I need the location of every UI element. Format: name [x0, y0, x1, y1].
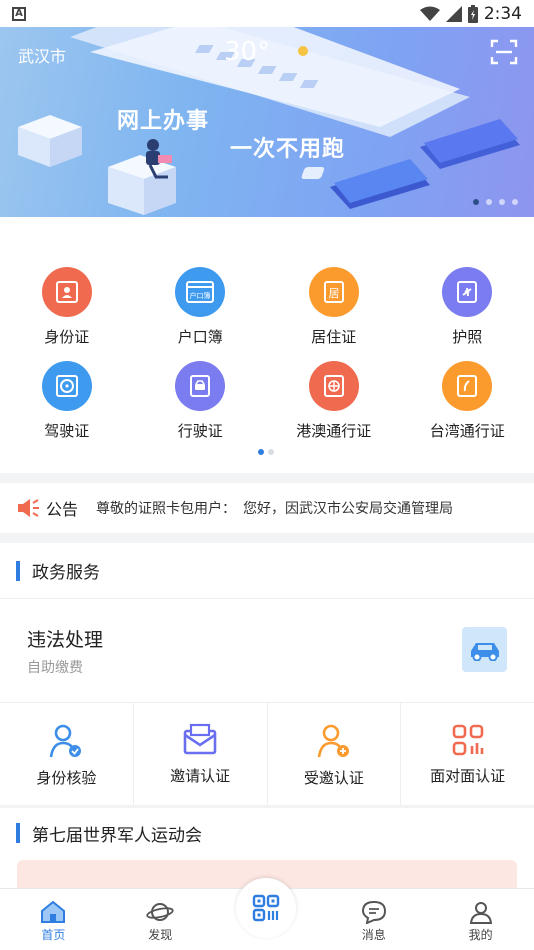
- service-label: 户口簿: [177, 328, 223, 346]
- notice-text: 尊敬的证照卡包用户： 您好，因武汉市公安局交通管理局: [96, 501, 454, 517]
- service-label: 港澳通行证: [296, 422, 372, 440]
- vehicle-license-icon: [175, 361, 226, 411]
- planet-icon: [146, 903, 174, 921]
- banner-slogan-2: 一次不用跑: [230, 137, 346, 162]
- service-label: 身份证: [44, 328, 90, 346]
- service-hk-macao-permit[interactable]: 港澳通行证: [267, 361, 401, 441]
- promo-banner[interactable]: 武汉市 30° 网上办事 一次不用跑: [0, 27, 534, 217]
- invite-auth-button[interactable]: 邀请认证: [134, 703, 268, 805]
- signal-icon: [445, 5, 462, 22]
- city-label[interactable]: 武汉市: [18, 43, 66, 67]
- banner-carousel-dots: [473, 199, 518, 205]
- tab-label: 我的: [468, 928, 493, 942]
- banner-slogan-1: 网上办事: [117, 109, 210, 134]
- a-box-icon: A: [12, 6, 26, 21]
- tab-discover[interactable]: 发现: [107, 889, 214, 950]
- message-icon: [361, 900, 386, 924]
- carousel-dot: [499, 199, 505, 205]
- status-bar: A 2:34: [0, 0, 534, 27]
- carousel-dot: [486, 199, 492, 205]
- auth-row: 身份核验 邀请认证 受邀认证 面对面认证: [0, 703, 534, 805]
- id-card-icon: [41, 267, 92, 317]
- tab-messages[interactable]: 消息: [320, 889, 427, 950]
- service-label: 驾驶证: [44, 422, 90, 440]
- carousel-dot: [473, 199, 479, 205]
- household-register-icon: 户口簿: [175, 267, 226, 317]
- wifi-icon: [419, 6, 440, 21]
- hk-macao-permit-icon: [308, 361, 359, 411]
- violation-subtitle: 自助缴费: [27, 660, 83, 676]
- tab-profile[interactable]: 我的: [427, 889, 534, 950]
- service-taiwan-permit[interactable]: 台湾通行证: [401, 361, 534, 441]
- service-vehicle-license[interactable]: 行驶证: [134, 361, 268, 441]
- passport-icon: [442, 267, 493, 317]
- auth-label: 邀请认证: [170, 767, 231, 785]
- svg-text:居: 居: [328, 287, 339, 300]
- service-household-register[interactable]: 户口簿 户口簿: [134, 267, 268, 347]
- identity-verify-button[interactable]: 身份核验: [0, 703, 134, 805]
- violation-title: 违法处理: [27, 629, 104, 651]
- clock: 2:34: [483, 3, 522, 24]
- driver-license-icon: [41, 361, 92, 411]
- gov-service-section: 政务服务 违法处理 自助缴费 身份核验 邀请认证 受邀认证 面对面认证: [0, 543, 534, 805]
- section-accent-bar: [16, 560, 20, 581]
- section-title: 第七届世界军人运动会: [32, 825, 202, 846]
- violation-card[interactable]: 违法处理 自助缴费: [0, 599, 534, 703]
- profile-icon: [469, 902, 492, 924]
- service-id-card[interactable]: 身份证: [0, 267, 134, 347]
- tab-label: 首页: [41, 928, 66, 942]
- auth-label: 面对面认证: [430, 767, 506, 785]
- certificate-grid: 身份证 户口簿 户口簿 居 居住证 护照 驾驶证 行驶证 港澳通行证 台湾通行证: [0, 217, 534, 473]
- section-header: 政务服务: [0, 543, 534, 599]
- battery-icon: [467, 4, 478, 23]
- sun-icon: [298, 46, 308, 56]
- service-label: 护照: [452, 328, 483, 346]
- identity-verify-icon: [50, 724, 82, 758]
- invite-auth-icon: [183, 723, 217, 755]
- section-accent-bar: [16, 823, 20, 843]
- notice-title: 公告: [46, 500, 79, 519]
- app-root: { "status_bar": { "time": "2:34", "notif…: [0, 0, 534, 950]
- face-to-face-auth-button[interactable]: 面对面认证: [401, 703, 534, 805]
- invited-auth-button[interactable]: 受邀认证: [268, 703, 402, 805]
- megaphone-icon: [18, 499, 39, 517]
- section-title: 政务服务: [32, 563, 100, 583]
- auth-label: 身份核验: [36, 769, 97, 787]
- invited-auth-icon: [317, 724, 349, 758]
- service-label: 台湾通行证: [429, 422, 505, 440]
- service-residence-permit[interactable]: 居 居住证: [267, 267, 401, 347]
- grid-pager: [258, 449, 274, 455]
- face-to-face-auth-icon: [452, 724, 483, 756]
- temperature: 30°: [224, 37, 271, 67]
- service-label: 行驶证: [177, 422, 223, 440]
- tab-label: 发现: [148, 928, 173, 942]
- pager-dot: [268, 449, 274, 455]
- taiwan-permit-icon: [442, 361, 493, 411]
- service-driver-license[interactable]: 驾驶证: [0, 361, 134, 441]
- carousel-dot: [512, 199, 518, 205]
- home-icon: [41, 900, 66, 923]
- notice-bar[interactable]: 公告 尊敬的证照卡包用户： 您好，因武汉市公安局交通管理局: [0, 483, 534, 533]
- svg-text:户口簿: 户口簿: [190, 291, 211, 300]
- scan-icon[interactable]: [490, 39, 518, 65]
- qr-code-button[interactable]: [236, 878, 296, 938]
- service-passport[interactable]: 护照: [401, 267, 534, 347]
- tab-label: 消息: [361, 928, 386, 942]
- section-header: 第七届世界军人运动会: [0, 808, 534, 858]
- car-icon: [462, 627, 507, 672]
- tab-home[interactable]: 首页: [0, 889, 107, 950]
- qr-code-icon: [252, 894, 280, 922]
- auth-label: 受邀认证: [303, 769, 364, 787]
- service-label: 居住证: [311, 328, 357, 346]
- residence-permit-icon: 居: [308, 267, 359, 317]
- pager-dot: [258, 449, 264, 455]
